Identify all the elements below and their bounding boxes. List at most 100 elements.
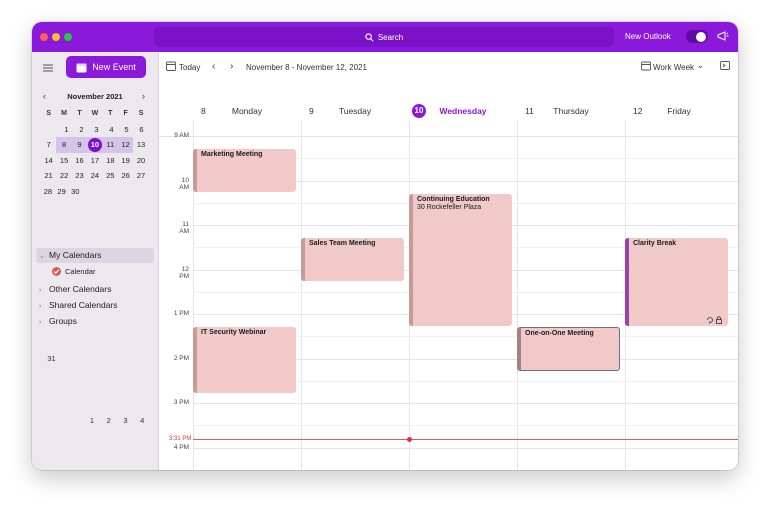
toggle-pane-icon[interactable] [720,61,730,70]
mini-calendar-day[interactable]: 31 [41,353,59,369]
mini-calendar-day[interactable]: 13 [133,137,148,153]
calendar-plus-icon [76,63,87,72]
mini-calendar-day[interactable]: 4 [132,415,149,431]
event-marketing-meeting[interactable]: Marketing Meeting [193,149,296,192]
mini-calendar-day[interactable]: 1 [59,122,74,138]
mini-calendar-day[interactable]: 23 [72,168,87,184]
mini-calendar-day[interactable]: 5 [119,122,134,138]
mini-calendar-day[interactable]: 25 [103,168,118,184]
day-header-monday[interactable]: 8 Monday [193,104,301,120]
groups-group[interactable]: › Groups [36,315,157,329]
mini-calendar-day[interactable]: 20 [133,153,148,169]
today-button[interactable]: Today [179,63,200,72]
hour-label: 10 AM [179,177,189,191]
mini-calendar-day[interactable]: 3 [116,415,133,431]
mini-calendar-day[interactable]: 6 [134,122,149,138]
outlook-window: Search New Outlook New Event ‹ November … [32,22,738,470]
calendar-item-label: Calendar [65,267,96,276]
mini-calendar-day[interactable]: 17 [87,153,102,169]
day-name: Monday [231,106,263,116]
hour-label: 4 PM [173,444,189,451]
calendar-item[interactable]: Calendar [36,266,170,278]
mini-calendar-day[interactable]: 2 [74,122,89,138]
checkmark-icon[interactable] [52,266,61,276]
title-bar: Search New Outlook [32,22,738,52]
mini-calendar-day[interactable]: 28 [41,184,55,200]
today-calendar-icon[interactable] [166,61,176,71]
mini-calendar-day[interactable]: 9 [71,137,88,153]
day-header-thursday[interactable]: 11 Thursday [517,104,625,120]
mini-calendar-day[interactable]: 18 [103,153,118,169]
hour-line [193,403,738,404]
mini-calendar-today[interactable]: 10 [87,137,103,153]
new-outlook-toggle[interactable] [686,30,708,43]
weekday-header: T [108,110,113,117]
current-time-dot [407,437,412,442]
next-month-button[interactable]: › [142,91,145,101]
event-one-on-one-meeting[interactable]: One-on-One Meeting [517,327,620,371]
half-hour-line [193,425,738,426]
event-title: Sales Team Meeting [309,240,376,247]
mini-calendar-day[interactable]: 15 [56,153,71,169]
view-switcher-icon[interactable] [641,61,651,71]
feedback-icon[interactable] [717,30,729,42]
hamburger-menu-icon[interactable] [43,64,53,72]
event-clarity-break[interactable]: Clarity Break [625,238,728,326]
event-it-security-webinar[interactable]: IT Security Webinar [193,327,296,393]
view-switcher-button[interactable]: Work Week [653,63,694,72]
my-calendars-label: My Calendars [49,250,102,260]
new-event-button[interactable]: New Event [66,56,146,78]
mini-calendar-day[interactable]: 27 [133,168,148,184]
mini-calendar-day[interactable]: 30 [68,184,82,200]
event-continuing-education[interactable]: Continuing Education 30 Rockefeller Plaz… [409,194,512,326]
mini-calendar-day[interactable]: 12 [117,137,134,153]
mini-calendar-day[interactable]: 3 [89,122,104,138]
mini-calendar-day[interactable]: 1 [82,415,99,431]
event-title: Continuing Education [417,196,490,203]
event-sales-team-meeting[interactable]: Sales Team Meeting [301,238,404,281]
search-icon [365,32,374,41]
my-calendars-group[interactable]: ⌄ My Calendars [36,248,154,263]
hour-line [193,448,738,449]
mini-calendar-day[interactable]: 2 [99,415,116,431]
minimize-window-button[interactable] [52,33,60,41]
hour-line [193,136,738,137]
mini-calendar-day[interactable]: 7 [41,137,56,153]
day-header-friday[interactable]: 12 Friday [625,104,733,120]
sidebar: New Event ‹ November 2021 › S M T W T F … [32,52,159,470]
mini-calendar-day[interactable]: 21 [41,168,56,184]
next-week-button[interactable]: › [230,61,233,72]
mini-calendar-day[interactable]: 29 [55,184,69,200]
mini-calendar-day[interactable]: 11 [102,137,118,153]
search-bar[interactable]: Search [154,27,614,47]
shared-calendars-group[interactable]: › Shared Calendars [36,299,157,313]
chevron-down-icon[interactable]: ⌄ [697,61,704,70]
search-label: Search [377,32,404,42]
chevron-down-icon: ⌄ [39,253,45,260]
other-calendars-group[interactable]: › Other Calendars [36,283,157,297]
event-title: One-on-One Meeting [525,330,594,337]
zoom-window-button[interactable] [64,33,72,41]
date-range-label: November 8 - November 12, 2021 [246,63,367,72]
previous-week-button[interactable]: ‹ [212,61,215,72]
day-header-tuesday[interactable]: 9 Tuesday [301,104,409,120]
mini-calendar-day[interactable]: 24 [87,168,102,184]
mini-calendar-day[interactable]: 22 [56,168,71,184]
mini-calendar-day[interactable]: 14 [41,153,56,169]
day-header-wednesday[interactable]: 10 Wednesday [409,104,517,120]
close-window-button[interactable] [40,33,48,41]
recurring-private-icons [706,316,724,324]
weekday-header: T [77,110,82,117]
hour-label: 2 PM [173,355,189,362]
all-day-row[interactable] [159,120,738,137]
groups-label: Groups [49,316,77,326]
mini-calendar-day[interactable]: 26 [118,168,133,184]
mini-calendar-day[interactable]: 4 [104,122,119,138]
mini-calendar-day[interactable]: 8 [56,137,72,153]
mini-calendar-month: November 2021 [67,92,123,101]
mini-calendar-day[interactable]: 19 [118,153,133,169]
mini-calendar-day[interactable]: 16 [72,153,87,169]
day-name: Tuesday [338,106,372,116]
time-grid[interactable]: 9 AM 10 AM 11 AM 12 PM 1 PM 2 PM 3 PM 4 … [159,120,738,470]
event-title: Clarity Break [633,240,677,247]
